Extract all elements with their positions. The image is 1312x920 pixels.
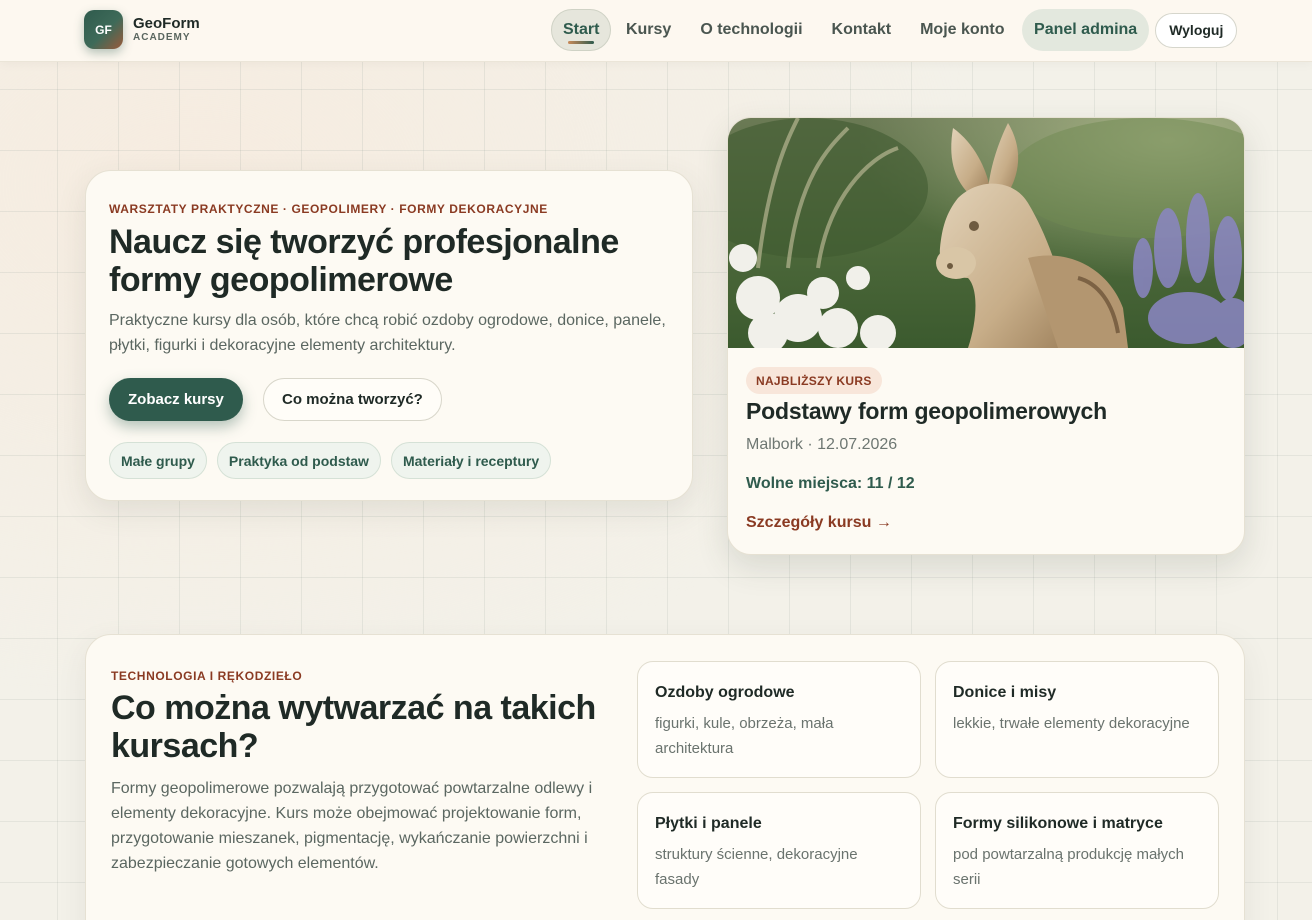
tech-eyebrow: TECHNOLOGIA I RĘKODZIEŁO bbox=[111, 669, 303, 683]
course-free-seats: Wolne miejsca: 11 / 12 bbox=[746, 475, 915, 492]
nav-technology[interactable]: O technologii bbox=[686, 9, 817, 51]
chip-practice: Praktyka od podstaw bbox=[216, 442, 381, 479]
chip-materials: Materiały i receptury bbox=[390, 442, 552, 479]
tile-title: Formy silikonowe i matryce bbox=[953, 815, 1163, 832]
next-course-card: NAJBLIŻSZY KURS Podstawy form geopolimer… bbox=[727, 117, 1245, 555]
nav-contact[interactable]: Kontakt bbox=[817, 9, 906, 51]
top-header: GF GeoForm ACADEMY Start Kursy O technol… bbox=[0, 0, 1312, 62]
logo-badge[interactable]: GF bbox=[84, 10, 123, 49]
tile-pots-bowls: Donice i misy lekkie, trwałe elementy de… bbox=[935, 661, 1219, 778]
logout-button[interactable]: Wyloguj bbox=[1155, 12, 1238, 48]
technology-section: TECHNOLOGIA I RĘKODZIEŁO Co można wytwar… bbox=[85, 634, 1245, 920]
tile-title: Płytki i panele bbox=[655, 815, 762, 832]
hero-card: WARSZTATY PRAKTYCZNE · GEOPOLIMERY · FOR… bbox=[85, 170, 693, 501]
course-location-date: Malbork · 12.07.2026 bbox=[746, 436, 898, 453]
what-can-be-made-button[interactable]: Co można tworzyć? bbox=[263, 378, 442, 421]
brand-name[interactable]: GeoForm bbox=[133, 15, 200, 32]
tile-desc: struktury ścienne, dekoracyjne fasady bbox=[655, 846, 858, 888]
nav-courses[interactable]: Kursy bbox=[611, 9, 685, 51]
tile-desc: pod powtarzalną produkcję małych serii bbox=[953, 846, 1184, 888]
chip-small-groups: Małe grupy bbox=[109, 442, 207, 479]
tile-desc: lekkie, trwałe elementy dekoracyjne bbox=[953, 715, 1190, 732]
main-nav: Start Kursy O technologii Kontakt Moje k… bbox=[551, 9, 1238, 51]
course-details-link[interactable]: Szczegóły kursu → bbox=[746, 514, 892, 532]
course-title: Podstawy form geopolimerowych bbox=[746, 398, 1107, 424]
tile-tiles-panels: Płytki i panele struktury ścienne, dekor… bbox=[637, 792, 921, 909]
see-courses-button[interactable]: Zobacz kursy bbox=[109, 378, 243, 421]
tile-garden-ornaments: Ozdoby ogrodowe figurki, kule, obrzeża, … bbox=[637, 661, 921, 778]
hero-title: Naucz się tworzyć profesjonalne formy ge… bbox=[109, 223, 619, 299]
next-course-badge: NAJBLIŻSZY KURS bbox=[746, 367, 882, 394]
nav-start[interactable]: Start bbox=[551, 9, 612, 51]
tile-title: Donice i misy bbox=[953, 684, 1057, 701]
tile-title: Ozdoby ogrodowe bbox=[655, 684, 795, 701]
hero-chips: Małe grupy Praktyka od podstaw Materiały… bbox=[109, 442, 552, 479]
hero-lead: Praktyczne kursy dla osób, które chcą ro… bbox=[109, 312, 666, 354]
hero-eyebrow: WARSZTATY PRAKTYCZNE · GEOPOLIMERY · FOR… bbox=[109, 202, 548, 216]
tech-title: Co można wytwarzać na takich kursach? bbox=[111, 689, 596, 765]
brand-subtitle: ACADEMY bbox=[133, 32, 191, 43]
nav-account[interactable]: Moje konto bbox=[906, 9, 1019, 51]
tile-silicone-molds: Formy silikonowe i matryce pod powtarzal… bbox=[935, 792, 1219, 909]
nav-admin-panel[interactable]: Panel admina bbox=[1022, 9, 1150, 51]
donkey-statue-garden-photo bbox=[728, 118, 1244, 348]
tile-desc: figurki, kule, obrzeża, mała architektur… bbox=[655, 715, 834, 757]
tech-lead: Formy geopolimerowe pozwalają przygotowa… bbox=[111, 780, 593, 872]
